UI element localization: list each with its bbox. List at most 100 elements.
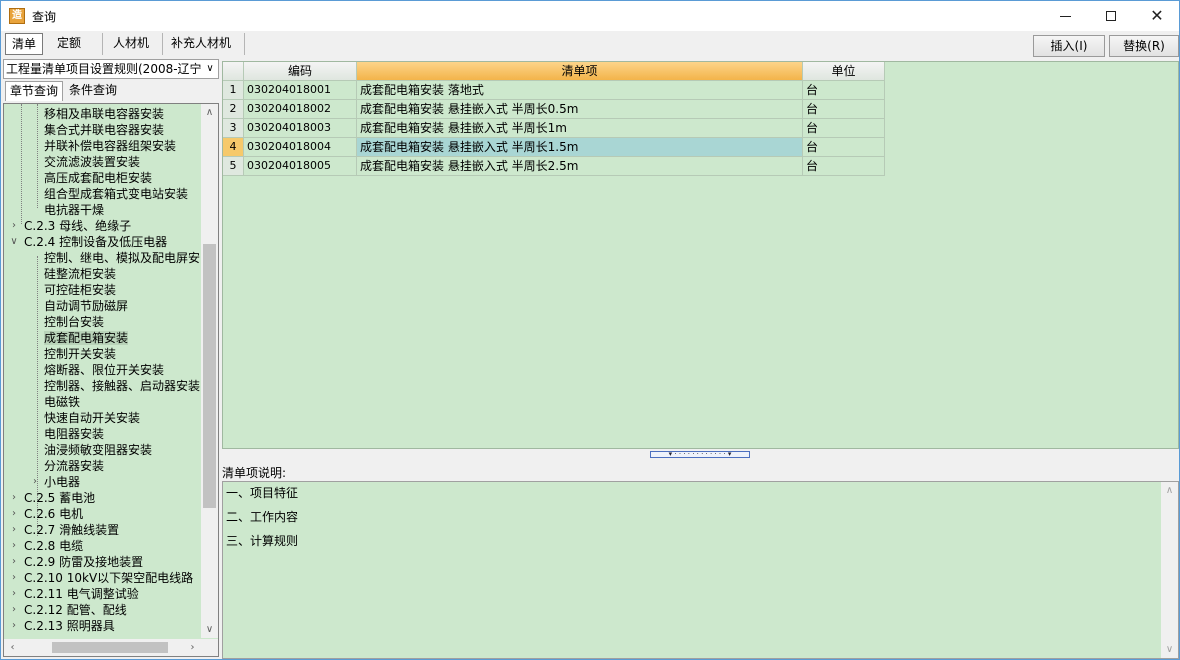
- cell-unit: 台: [803, 81, 885, 100]
- chevron-right-icon[interactable]: ›: [9, 618, 19, 634]
- description-vertical-scrollbar[interactable]: ∧ ∨: [1161, 482, 1178, 658]
- tree-node[interactable]: 快速自动开关安装: [44, 410, 140, 426]
- tree-node[interactable]: 电磁铁: [44, 394, 80, 410]
- tab-chapter-query[interactable]: 章节查询: [5, 81, 64, 101]
- tree-node[interactable]: 控制、继电、模拟及配电屏安: [44, 250, 200, 266]
- chevron-right-icon[interactable]: ›: [30, 474, 40, 490]
- tree-node[interactable]: 控制器、接触器、启动器安装: [44, 378, 200, 394]
- maximize-button[interactable]: [1088, 1, 1134, 31]
- cell-code: 030204018002: [244, 100, 357, 119]
- description-line: 二、工作内容: [226, 510, 299, 524]
- window-title: 查询: [32, 10, 57, 24]
- tree-node[interactable]: 电抗器干燥: [44, 202, 104, 218]
- column-header-item[interactable]: 清单项: [357, 62, 803, 81]
- tree-vertical-scrollbar[interactable]: ∧ ∨: [201, 104, 218, 638]
- tree-node[interactable]: C.2.7 滑触线装置: [24, 522, 119, 538]
- chevron-right-icon[interactable]: ›: [9, 586, 19, 602]
- table-row[interactable]: 3 030204018003 成套配电箱安装 悬挂嵌入式 半周长1m 台: [223, 119, 885, 138]
- scrollbar-corner: [201, 639, 218, 656]
- tab-quota[interactable]: 定额: [51, 33, 103, 55]
- tree-node[interactable]: C.2.12 配管、配线: [24, 602, 127, 618]
- rule-select[interactable]: 工程量清单项目设置规则(2008-辽宁 ∨: [3, 59, 219, 79]
- chapter-tree: 移相及串联电容器安装 集合式并联电容器安装 并联补偿电容器组架安装 交流滤波装置…: [3, 103, 219, 657]
- description-textbox[interactable]: 一、项目特征 二、工作内容 三、计算规则 ∧ ∨: [222, 481, 1179, 659]
- maximize-icon: [1106, 11, 1116, 21]
- tree-node[interactable]: C.2.13 照明器具: [24, 618, 115, 634]
- scrollbar-thumb[interactable]: [52, 642, 168, 653]
- chevron-right-icon[interactable]: ›: [9, 490, 19, 506]
- cell-code: 030204018004: [244, 138, 357, 157]
- tree-node[interactable]: 油浸频敏变阻器安装: [44, 442, 152, 458]
- tree-node-selected[interactable]: 成套配电箱安装: [44, 330, 129, 346]
- tab-supplement-labor-material[interactable]: 补充人材机: [165, 33, 245, 55]
- table-row[interactable]: 2 030204018002 成套配电箱安装 悬挂嵌入式 半周长0.5m 台: [223, 100, 885, 119]
- tree-node[interactable]: 电阻器安装: [44, 426, 104, 442]
- tree-node[interactable]: 控制台安装: [44, 314, 104, 330]
- tree-node[interactable]: 集合式并联电容器安装: [44, 122, 164, 138]
- chevron-up-icon[interactable]: ∧: [201, 104, 218, 121]
- chevron-down-icon[interactable]: ∨: [1161, 641, 1178, 658]
- tree-node[interactable]: 组合型成套箱式变电站安装: [44, 186, 188, 202]
- chevron-right-icon[interactable]: ›: [9, 506, 19, 522]
- row-number: 1: [223, 81, 244, 100]
- chevron-down-icon[interactable]: ∨: [201, 621, 218, 638]
- chevron-right-icon[interactable]: ›: [9, 218, 19, 234]
- tree-node[interactable]: 自动调节励磁屏: [44, 298, 128, 314]
- tree-node[interactable]: 并联补偿电容器组架安装: [44, 138, 176, 154]
- splitter-grip-icon[interactable]: ▾ · · · · · · · · · · · · ▾: [650, 451, 750, 458]
- cell-unit: 台: [803, 100, 885, 119]
- table-row[interactable]: 5 030204018005 成套配电箱安装 悬挂嵌入式 半周长2.5m 台: [223, 157, 885, 176]
- tree-node[interactable]: C.2.8 电缆: [24, 538, 83, 554]
- tree-node[interactable]: 硅整流柜安装: [44, 266, 116, 282]
- chevron-down-icon[interactable]: ∨: [9, 234, 19, 250]
- tree-guide-line: [37, 104, 38, 208]
- insert-button[interactable]: 插入(I): [1033, 35, 1105, 57]
- chevron-left-icon[interactable]: ‹: [4, 639, 21, 656]
- tree-node[interactable]: 移相及串联电容器安装: [44, 106, 164, 122]
- tree-node[interactable]: C.2.3 母线、绝缘子: [24, 218, 131, 234]
- column-header-code[interactable]: 编码: [244, 62, 357, 81]
- chevron-up-icon[interactable]: ∧: [1161, 482, 1178, 499]
- chevron-right-icon[interactable]: ›: [9, 522, 19, 538]
- replace-button[interactable]: 替换(R): [1109, 35, 1179, 57]
- tab-condition-query[interactable]: 条件查询: [65, 81, 121, 101]
- tree-node[interactable]: 交流滤波装置安装: [44, 154, 140, 170]
- tree-node[interactable]: 分流器安装: [44, 458, 104, 474]
- chevron-right-icon[interactable]: ›: [9, 570, 19, 586]
- cell-item: 成套配电箱安装 悬挂嵌入式 半周长2.5m: [357, 157, 803, 176]
- cell-item: 成套配电箱安装 悬挂嵌入式 半周长0.5m: [357, 100, 803, 119]
- tab-bill[interactable]: 清单: [5, 33, 44, 55]
- table-row-selected[interactable]: 4 030204018004 成套配电箱安装 悬挂嵌入式 半周长1.5m 台: [223, 138, 885, 157]
- tree-node[interactable]: C.2.4 控制设备及低压电器: [24, 234, 167, 250]
- tree-node[interactable]: 熔断器、限位开关安装: [44, 362, 164, 378]
- tree-node[interactable]: C.2.6 电机: [24, 506, 83, 522]
- tree-node[interactable]: 小电器: [44, 474, 80, 490]
- chevron-right-icon[interactable]: ›: [9, 554, 19, 570]
- tree-node[interactable]: 高压成套配电柜安装: [44, 170, 152, 186]
- tree-node[interactable]: 可控硅柜安装: [44, 282, 116, 298]
- tree-horizontal-scrollbar[interactable]: ‹ ›: [4, 639, 218, 656]
- chevron-right-icon[interactable]: ›: [9, 538, 19, 554]
- close-button[interactable]: ✕: [1134, 1, 1180, 31]
- cell-code: 030204018005: [244, 157, 357, 176]
- pane-splitter[interactable]: ▾ · · · · · · · · · · · · ▾: [222, 450, 1179, 460]
- table-row[interactable]: 1 030204018001 成套配电箱安装 落地式 台: [223, 81, 885, 100]
- scrollbar-thumb[interactable]: [203, 244, 216, 508]
- column-header-unit[interactable]: 单位: [803, 62, 885, 81]
- row-number: 4: [223, 138, 244, 157]
- row-number: 2: [223, 100, 244, 119]
- tab-labor-material[interactable]: 人材机: [107, 33, 163, 55]
- chevron-right-icon[interactable]: ›: [9, 602, 19, 618]
- chevron-right-icon[interactable]: ›: [184, 639, 201, 656]
- minimize-icon: [1059, 15, 1071, 17]
- tree-node[interactable]: 控制开关安装: [44, 346, 116, 362]
- chevron-down-icon[interactable]: ∨: [202, 60, 218, 78]
- minimize-button[interactable]: [1042, 1, 1088, 31]
- tree-node[interactable]: C.2.9 防雷及接地装置: [24, 554, 143, 570]
- header-corner: [223, 62, 244, 81]
- tree-node[interactable]: C.2.11 电气调整试验: [24, 586, 139, 602]
- cell-unit: 台: [803, 119, 885, 138]
- table-header: 编码 清单项 单位: [223, 62, 885, 81]
- tree-node[interactable]: C.2.10 10kV以下架空配电线路: [24, 570, 193, 586]
- tree-node[interactable]: C.2.5 蓄电池: [24, 490, 95, 506]
